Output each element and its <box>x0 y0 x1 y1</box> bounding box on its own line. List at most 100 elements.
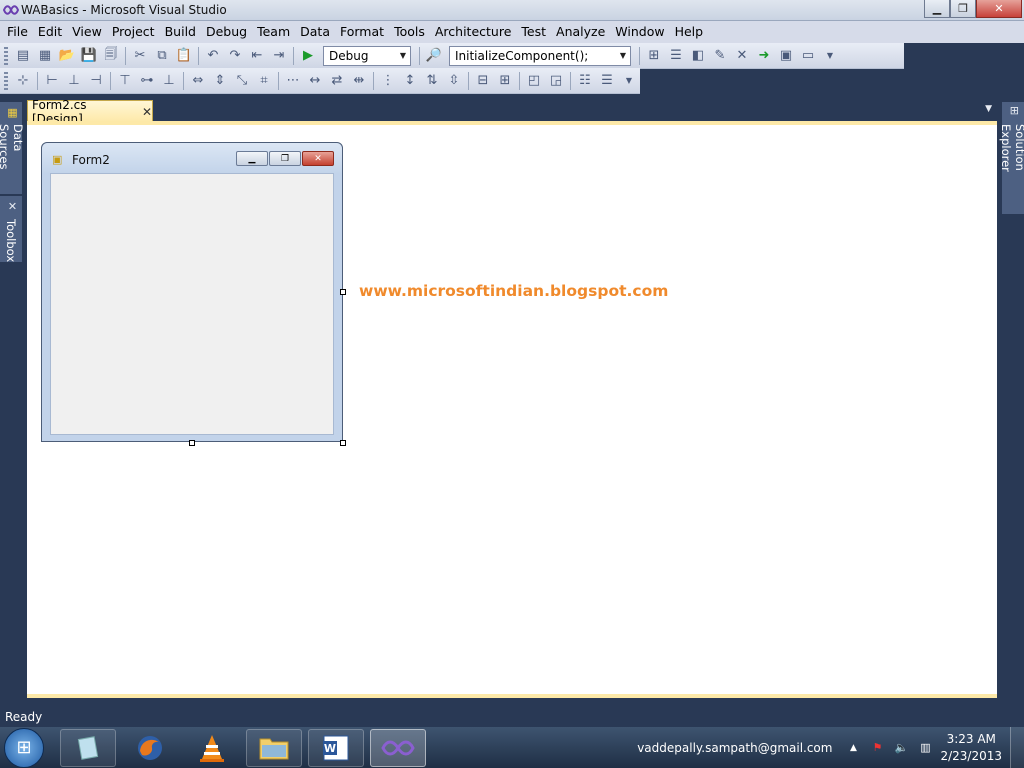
menu-project[interactable]: Project <box>107 21 160 43</box>
menu-architecture[interactable]: Architecture <box>430 21 517 43</box>
volume-icon[interactable]: 🔈 <box>892 741 910 754</box>
data-sources-tab[interactable]: ▦ Data Sources <box>0 102 25 194</box>
menu-analyze[interactable]: Analyze <box>551 21 610 43</box>
form-preview[interactable]: ▣ Form2 ▁ ❐ ✕ <box>41 142 343 442</box>
align-centers-icon[interactable]: ⊥ <box>63 70 85 92</box>
menu-file[interactable]: File <box>2 21 33 43</box>
center-vertically-icon[interactable]: ⊞ <box>494 70 516 92</box>
designer-surface[interactable]: ▣ Form2 ▁ ❐ ✕ www.microsoftindian.blogsp… <box>27 121 997 698</box>
align-middles-icon[interactable]: ⊶ <box>136 70 158 92</box>
properties-window-icon[interactable]: ☰ <box>665 45 687 67</box>
decrease-horizontal-spacing-icon[interactable]: ⇄ <box>326 70 348 92</box>
undo-icon[interactable]: ↶ <box>202 45 224 67</box>
title-bar: WABasics - Microsoft Visual Studio ▁ ❐ ✕ <box>0 0 1024 21</box>
form-client-area[interactable] <box>50 173 334 435</box>
menu-edit[interactable]: Edit <box>33 21 67 43</box>
navigate-forward-icon[interactable]: ⇥ <box>268 45 290 67</box>
taskbar-app-explorer[interactable] <box>246 728 302 767</box>
tab-form2-design[interactable]: Form2.cs [Design] ✕ <box>27 98 153 126</box>
paste-icon[interactable]: 📋 <box>173 45 195 67</box>
save-icon[interactable]: 💾 <box>78 45 100 67</box>
lock-controls-icon[interactable]: ☰ <box>596 70 618 92</box>
resize-handle-bottom[interactable] <box>189 440 195 446</box>
start-button[interactable]: ⊞ <box>4 727 44 768</box>
toolbar-separator <box>519 71 520 90</box>
menu-test[interactable]: Test <box>516 21 551 43</box>
remove-vertical-spacing-icon[interactable]: ⇳ <box>443 70 465 92</box>
toolbar-grip[interactable] <box>4 46 8 65</box>
restore-button[interactable]: ❐ <box>950 0 976 18</box>
open-file-icon[interactable]: 📂 <box>56 45 78 67</box>
align-rights-icon[interactable]: ⊣ <box>85 70 107 92</box>
menu-tools[interactable]: Tools <box>389 21 430 43</box>
make-same-height-icon[interactable]: ⇕ <box>209 70 231 92</box>
minimize-button[interactable]: ▁ <box>924 0 950 18</box>
menu-team[interactable]: Team <box>252 21 295 43</box>
taskbar-app-firefox[interactable] <box>122 729 178 767</box>
menu-view[interactable]: View <box>67 21 107 43</box>
vertical-spacing-equal-icon[interactable]: ⋮ <box>377 70 399 92</box>
redo-icon[interactable]: ↷ <box>224 45 246 67</box>
action-center-flag-icon[interactable]: ⚑ <box>868 741 886 754</box>
clock[interactable]: 3:23 AM 2/23/2013 <box>940 731 1002 765</box>
object-browser-icon[interactable]: ◧ <box>687 45 709 67</box>
resize-handle-right[interactable] <box>340 289 346 295</box>
start-page-icon[interactable]: ➜ <box>753 45 775 67</box>
toolbar-grip[interactable] <box>4 71 8 90</box>
taskbar-app-visual-studio[interactable] <box>370 728 426 767</box>
close-icon[interactable]: ✕ <box>142 105 152 119</box>
new-project-icon[interactable]: ▤ <box>12 45 34 67</box>
bring-to-front-icon[interactable]: ◰ <box>523 70 545 92</box>
save-all-icon[interactable]: 🗐 <box>100 45 122 67</box>
remove-horizontal-spacing-icon[interactable]: ⇹ <box>348 70 370 92</box>
solution-explorer-tab[interactable]: ⊞ Solution Explorer <box>999 102 1024 214</box>
active-files-dropdown-icon[interactable]: ▼ <box>985 104 992 114</box>
taskbar-app-word[interactable]: W <box>308 728 364 767</box>
solution-configuration-select[interactable]: Debug ▼ <box>323 45 411 66</box>
start-debugging-icon[interactable]: ▶ <box>297 45 319 67</box>
toolbox-tab[interactable]: ✕ Toolbox <box>0 196 22 262</box>
increase-horizontal-spacing-icon[interactable]: ↔ <box>304 70 326 92</box>
solution-explorer-icon[interactable]: ⊞ <box>643 45 665 67</box>
send-to-back-icon[interactable]: ◲ <box>545 70 567 92</box>
resize-handle-bottom-right[interactable] <box>340 440 346 446</box>
cut-icon[interactable]: ✂ <box>129 45 151 67</box>
make-same-size-icon[interactable]: ⤡ <box>231 70 253 92</box>
menu-window[interactable]: Window <box>610 21 669 43</box>
show-hidden-icons-icon[interactable]: ▲ <box>844 743 862 753</box>
find-in-files-icon[interactable]: 🔎 <box>423 45 445 67</box>
show-desktop-button[interactable] <box>1010 727 1024 768</box>
class-view-icon[interactable]: ▣ <box>775 45 797 67</box>
find-combobox[interactable]: InitializeComponent(); ▼ <box>449 45 631 66</box>
tab-order-icon[interactable]: ☷ <box>574 70 596 92</box>
taskbar-app-glass[interactable] <box>60 728 116 767</box>
tray-email: vaddepally.sampath@gmail.com <box>637 740 833 755</box>
align-to-grid-icon[interactable]: ⊹ <box>12 70 34 92</box>
center-horizontally-icon[interactable]: ⊟ <box>472 70 494 92</box>
solution-explorer-label: Solution Explorer <box>999 123 1024 172</box>
menu-data[interactable]: Data <box>295 21 335 43</box>
add-item-icon[interactable]: ▦ <box>34 45 56 67</box>
network-icon[interactable]: ▥ <box>916 741 934 754</box>
decrease-vertical-spacing-icon[interactable]: ⇅ <box>421 70 443 92</box>
command-window-icon[interactable]: ▭ <box>797 45 819 67</box>
toolbar-options-icon[interactable]: ▼ <box>618 70 640 92</box>
menu-build[interactable]: Build <box>160 21 201 43</box>
menu-debug[interactable]: Debug <box>201 21 252 43</box>
toolbox-icon[interactable]: ✎ <box>709 45 731 67</box>
horizontal-spacing-equal-icon[interactable]: ⋯ <box>282 70 304 92</box>
increase-vertical-spacing-icon[interactable]: ↕ <box>399 70 421 92</box>
taskbar-app-vlc[interactable] <box>184 729 240 767</box>
extension-manager-icon[interactable]: ✕ <box>731 45 753 67</box>
align-bottoms-icon[interactable]: ⊥ <box>158 70 180 92</box>
close-button[interactable]: ✕ <box>976 0 1022 18</box>
menu-help[interactable]: Help <box>670 21 709 43</box>
size-to-grid-icon[interactable]: ⌗ <box>253 70 275 92</box>
copy-icon[interactable]: ⧉ <box>151 45 173 67</box>
align-tops-icon[interactable]: ⊤ <box>114 70 136 92</box>
menu-format[interactable]: Format <box>335 21 389 43</box>
toolbar-options-icon[interactable]: ▼ <box>819 45 841 67</box>
make-same-width-icon[interactable]: ⇔ <box>187 70 209 92</box>
align-lefts-icon[interactable]: ⊢ <box>41 70 63 92</box>
navigate-backward-icon[interactable]: ⇤ <box>246 45 268 67</box>
